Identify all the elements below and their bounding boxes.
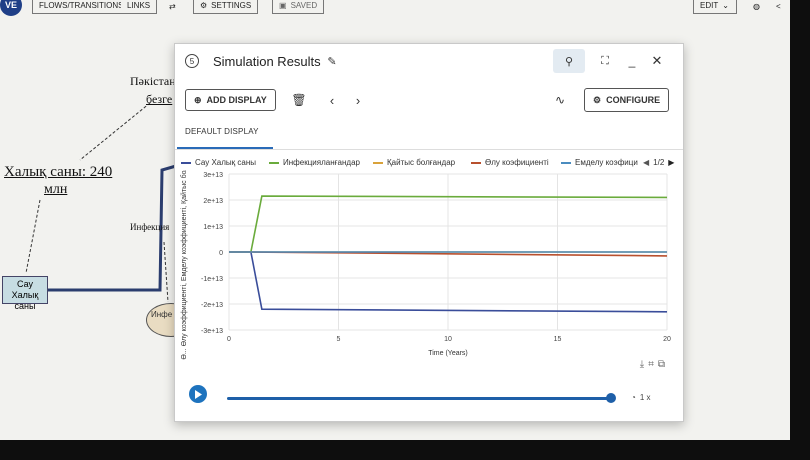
chevron-left-icon: ‹ xyxy=(329,92,335,108)
legend-swatch xyxy=(269,161,279,164)
healthy-population-node[interactable]: Сау Халық саны xyxy=(2,276,48,311)
timeline-slider-thumb[interactable] xyxy=(606,393,616,403)
monitor-bezel-right xyxy=(790,0,810,460)
chevron-right-icon: › xyxy=(355,92,361,108)
next-display-button[interactable]: › xyxy=(351,91,365,109)
legend-swatch xyxy=(561,161,571,164)
x-tick-label: 20 xyxy=(663,336,671,343)
download-icon[interactable]: ⤓ xyxy=(640,359,644,370)
y-tick-label: -3e+13 xyxy=(201,328,223,335)
x-tick-label: 10 xyxy=(444,336,452,343)
y-tick-label: 2e+13 xyxy=(203,198,223,205)
minimize-icon: _ xyxy=(628,54,636,68)
configure-button[interactable]: ⚙ CONFIGURE xyxy=(584,88,670,112)
legend-swatch xyxy=(471,161,481,164)
legend-item[interactable]: Өлу коэфициенті xyxy=(471,158,549,167)
y-axis-label: Ө... Өлу коэффициенті, Емделу коэффициен… xyxy=(180,170,188,360)
trash-icon: 🗑 xyxy=(291,93,307,107)
legend-label: Сау Халық саны xyxy=(195,158,256,167)
previous-display-button[interactable]: ‹ xyxy=(325,91,339,109)
population-unit: млн xyxy=(44,182,68,197)
y-tick-label: 0 xyxy=(219,250,223,257)
gear-icon: ⚙ xyxy=(593,94,602,105)
pin-button[interactable]: ⚲ xyxy=(553,49,585,73)
curve-icon: ∿ xyxy=(554,93,566,107)
legend-item[interactable]: Емделу коэфици xyxy=(561,158,638,167)
diagram-label-top: Пәкістан xyxy=(130,74,176,88)
crop-icon[interactable]: ⌗ xyxy=(648,359,654,370)
expand-icon[interactable]: ⧉ xyxy=(658,359,665,370)
monitor-bezel-bottom xyxy=(0,440,810,460)
legend-item[interactable]: Инфекцияланғандар xyxy=(269,158,360,167)
x-tick-label: 5 xyxy=(337,336,341,343)
pin-icon: ⚲ xyxy=(564,55,574,68)
tab-divider xyxy=(175,149,683,150)
dialog-title: Simulation Results xyxy=(213,54,321,69)
x-axis-label: Time (Years) xyxy=(428,350,468,357)
dialog-header: 5 Simulation Results ✎ ⚲ ⛶ _ ✕ xyxy=(175,44,683,78)
legend-label: Өлу коэфициенті xyxy=(485,158,549,167)
legend-page-indicator: 1/2 xyxy=(653,158,665,167)
legend-swatch xyxy=(373,161,383,164)
legend-swatch xyxy=(181,161,191,164)
line-chart: -3e+13 -2e+13 -1e+13 0 1e+13 2e+13 3e+13 0 5 10 15… xyxy=(180,170,671,360)
chart-tools: ⤓ ⌗ ⧉ xyxy=(640,359,665,370)
fullscreen-button[interactable]: ⛶ xyxy=(597,52,613,70)
play-icon xyxy=(195,389,202,399)
timer-icon: 5 xyxy=(185,54,199,68)
x-tick-label: 0 xyxy=(227,336,231,343)
configure-label: CONFIGURE xyxy=(606,95,661,105)
simulation-results-dialog: 5 Simulation Results ✎ ⚲ ⛶ _ ✕ ⊕ ADD DIS… xyxy=(174,43,684,422)
legend-prev-icon[interactable]: ◀ xyxy=(643,158,649,167)
fullscreen-icon: ⛶ xyxy=(601,54,609,67)
delete-display-button[interactable]: 🗑 xyxy=(291,91,307,109)
close-button[interactable]: ✕ xyxy=(649,52,665,70)
x-tick-label: 15 xyxy=(554,336,562,343)
playback-speed-label: 1 x xyxy=(639,393,651,402)
legend-item[interactable]: Қайтыс болғандар xyxy=(373,158,455,167)
y-tick-label: 3e+13 xyxy=(203,172,223,179)
pencil-icon: ✎ xyxy=(327,55,337,68)
y-tick-label: -1e+13 xyxy=(201,276,223,283)
plus-circle-icon: ⊕ xyxy=(194,94,202,105)
legend-item[interactable]: Сау Халық саны xyxy=(181,158,256,167)
legend-label: Емделу коэфици xyxy=(575,158,638,167)
y-tick-label: 1e+13 xyxy=(203,224,223,231)
add-display-button[interactable]: ⊕ ADD DISPLAY xyxy=(185,89,276,111)
population-label: Халық саны: 240 xyxy=(4,164,113,180)
legend-label: Инфекцияланғандар xyxy=(283,158,360,167)
legend-pager: ◀ 1/2 ▶ xyxy=(643,158,674,167)
speedometer-icon: ◔ xyxy=(631,393,636,402)
legend-label: Қайтыс болғандар xyxy=(387,158,456,167)
play-button[interactable] xyxy=(189,385,207,403)
legend-next-icon[interactable]: ▶ xyxy=(668,158,674,167)
close-icon: ✕ xyxy=(651,53,663,68)
edit-title-button[interactable]: ✎ xyxy=(325,54,339,68)
add-display-label: ADD DISPLAY xyxy=(206,95,267,105)
minimize-button[interactable]: _ xyxy=(624,52,640,70)
diagram-label-top-2: безге xyxy=(146,92,173,106)
y-tick-label: -2e+13 xyxy=(201,302,223,309)
tab-default-display[interactable]: DEFAULT DISPLAY xyxy=(185,127,259,136)
infection-flow-label: Инфекция xyxy=(130,222,170,232)
curve-tool-button[interactable]: ∿ xyxy=(551,91,569,109)
screen: VE FLOWS/TRANSITIONS LINKS ⇄ ⚙ SETTINGS … xyxy=(0,0,790,440)
playback-speed[interactable]: ◔ 1 x xyxy=(631,393,651,402)
timeline-slider[interactable] xyxy=(227,397,611,400)
